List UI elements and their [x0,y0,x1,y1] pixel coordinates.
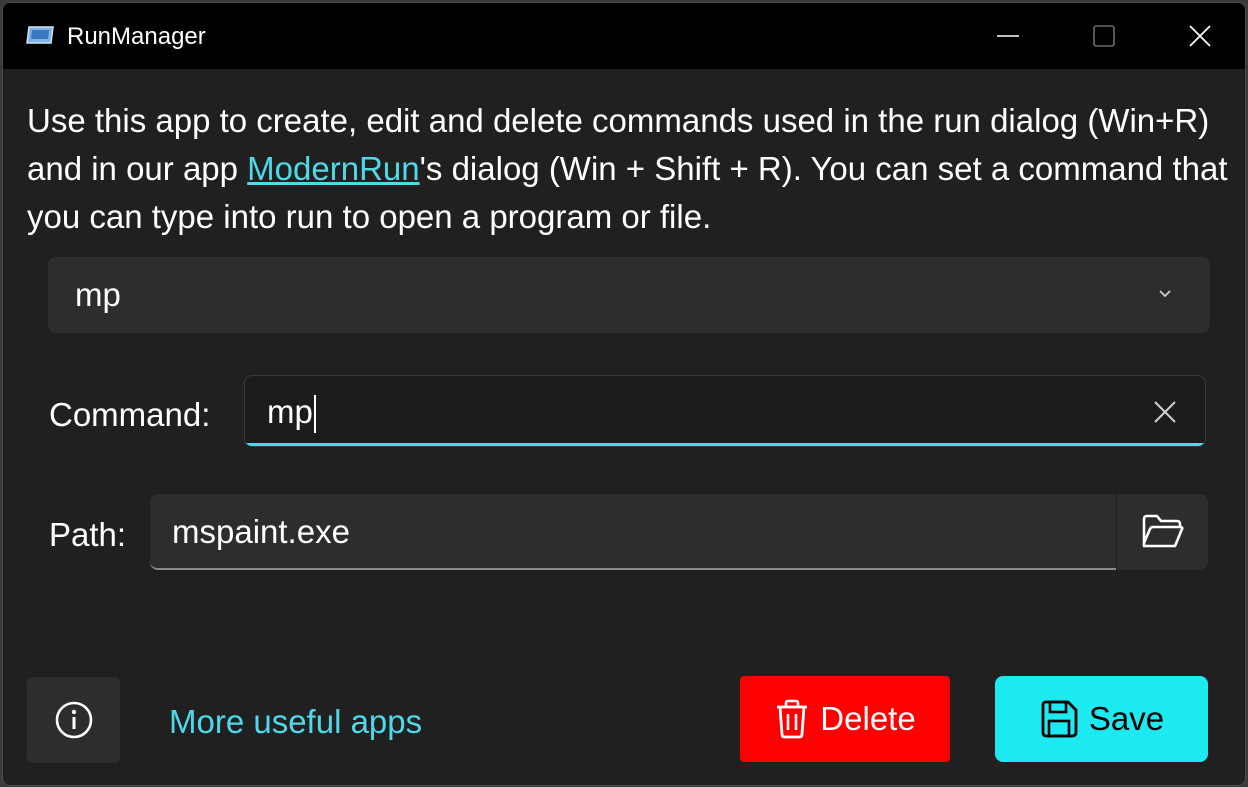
trash-icon [777,699,808,739]
close-icon [1189,25,1211,47]
browse-button[interactable] [1116,494,1208,570]
command-input[interactable]: mp [244,375,1206,447]
app-description: Use this app to create, edit and delete … [27,97,1237,241]
command-label: Command: [49,396,211,433]
close-window-button[interactable] [1155,3,1245,69]
command-selector-dropdown[interactable]: mp [48,257,1210,333]
selected-command: mp [75,276,121,313]
maximize-icon [1093,25,1115,47]
path-label: Path: [49,516,127,553]
path-input[interactable]: mspaint.exe [150,494,1116,570]
info-button[interactable] [27,677,120,763]
folder-open-icon [1142,514,1184,548]
minimize-icon [997,35,1019,37]
maximize-button[interactable] [1059,3,1149,69]
text-caret [313,395,316,434]
save-button-label: Save [1088,700,1165,737]
minimize-button[interactable] [963,3,1053,69]
window-title: RunManager [67,23,206,50]
chevron-down-icon [1157,286,1173,307]
command-input-value: mp [267,394,316,434]
close-icon [1154,401,1176,423]
title-bar[interactable]: RunManager [3,3,1245,69]
run-app-icon [25,25,55,47]
save-button[interactable]: Save [995,676,1208,762]
delete-button[interactable]: Delete [740,676,950,762]
app-window: RunManager Use this app to create, edit … [2,2,1246,786]
info-icon [55,701,92,739]
save-icon [1041,700,1078,738]
clear-button[interactable] [1147,394,1183,430]
path-input-value: mspaint.exe [172,513,350,550]
modernrun-link[interactable]: ModernRun [247,150,419,187]
delete-button-label: Delete [820,700,916,737]
more-useful-apps-link[interactable]: More useful apps [169,703,422,741]
